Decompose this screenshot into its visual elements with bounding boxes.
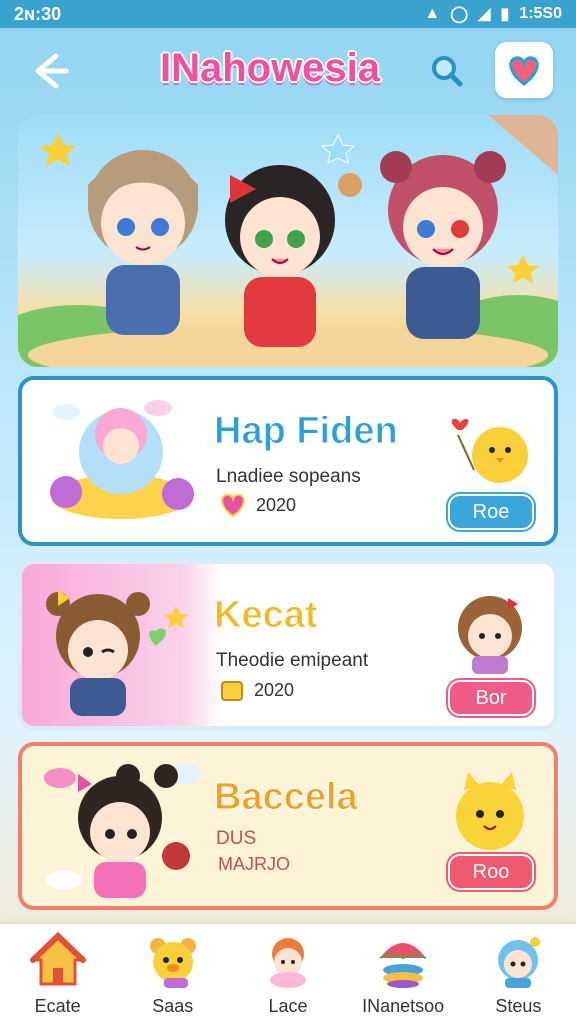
chick-icon	[451, 418, 528, 483]
card-meta: MAJRJO	[218, 854, 290, 875]
card-action-button[interactable]: Roo	[448, 854, 534, 890]
umbrella-icon	[379, 943, 427, 988]
nav-label: Lace	[268, 996, 308, 1016]
card-meta: 2020	[218, 492, 296, 518]
feature-card-2[interactable]: Kecat Theodie emipeant 2020 Bor	[18, 560, 558, 730]
heart-icon	[509, 56, 539, 86]
girl-avatar-icon	[458, 596, 522, 674]
feature-card-1[interactable]: Hap Fiden Lnadiee sopeans 2020 Roe	[18, 376, 558, 546]
nav-label: Ecate	[34, 996, 81, 1016]
nav-label: INanetsoo	[362, 996, 445, 1016]
nav-item-inanetsoo[interactable]: INanetsoo	[348, 924, 458, 1024]
bear-icon	[149, 938, 196, 988]
character-illustration	[46, 590, 188, 716]
bottom-nav: Ecate Saas Lace INanetsoo Steus	[0, 924, 576, 1024]
battery-icon: ▮	[500, 6, 510, 23]
nav-item-ecate[interactable]: Ecate	[3, 924, 113, 1024]
nav-label: Saas	[152, 996, 194, 1016]
app-header: INahowesia	[0, 28, 576, 114]
card-meta-value: 2020	[254, 679, 295, 700]
feature-card-3[interactable]: Baccela DUS MAJRJO Roo	[18, 742, 558, 910]
nav-item-saas[interactable]: Saas	[118, 924, 228, 1024]
nav-item-lace[interactable]: Lace	[233, 924, 343, 1024]
card-title: Baccela	[214, 776, 359, 819]
status-time: 2ɴ:30	[14, 3, 62, 24]
nav-item-steus[interactable]: Steus	[463, 924, 573, 1024]
card-subtitle: DUS	[216, 828, 257, 849]
hero-banner	[18, 115, 558, 367]
card-subtitle: Theodie emipeant	[216, 650, 369, 671]
cat-icon	[269, 938, 306, 988]
signal-icon: ◢	[478, 6, 491, 23]
page-title: INahowesia	[159, 45, 381, 91]
favorites-button[interactable]	[495, 42, 553, 98]
ticket-icon	[221, 681, 243, 701]
wifi-icon: ▲	[424, 5, 441, 22]
nav-label: Steus	[495, 996, 542, 1016]
search-icon[interactable]	[428, 52, 466, 90]
card-subtitle: Lnadiee sopeans	[216, 466, 361, 487]
cat-mascot-icon	[456, 772, 524, 850]
character-illustration	[44, 764, 202, 898]
card-action-button[interactable]: Roe	[448, 494, 534, 530]
card-meta-value: 2020	[256, 494, 297, 515]
card-meta: 2020	[218, 676, 294, 704]
back-arrow-icon[interactable]	[26, 48, 72, 94]
card-action-button[interactable]: Bor	[448, 680, 534, 716]
alarm-icon: ◯	[450, 6, 469, 23]
character-illustration	[50, 400, 194, 519]
card-title: Hap Fiden	[214, 410, 399, 453]
mascot-icon	[498, 937, 541, 988]
status-clock: 1:5S0	[519, 5, 562, 22]
card-title: Kecat	[214, 594, 318, 637]
card-meta-value: MAJRJO	[218, 854, 290, 874]
status-bar: 2ɴ:30 ▲ ◯ ◢ ▮ 1:5S0	[0, 0, 576, 28]
heart-icon	[221, 493, 245, 518]
house-icon	[29, 932, 86, 986]
